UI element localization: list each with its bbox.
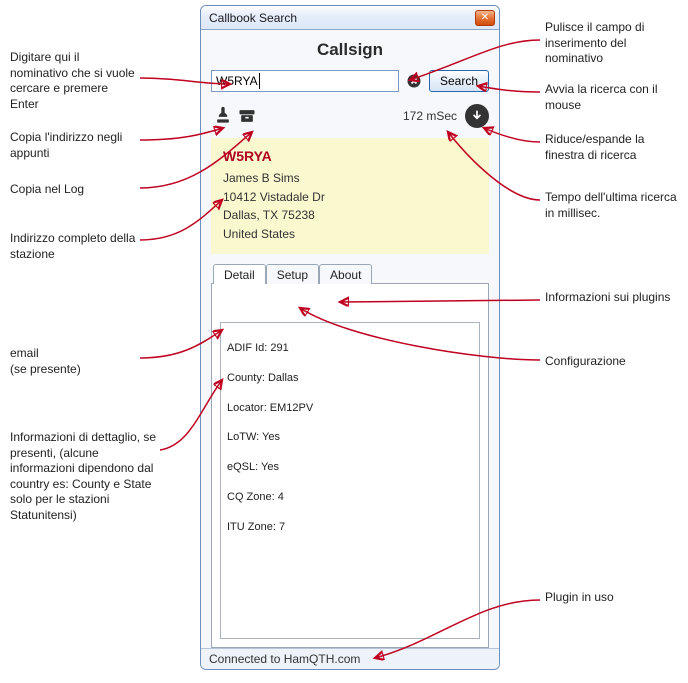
annotation-collapse: Riduce/espande la finestra di ricerca [545,132,680,163]
annotation-full-addr: Indirizzo completo della stazione [10,231,140,262]
address-callsign: W5RYA [223,144,479,169]
tab-strip: Detail Setup About [211,264,489,284]
tab-group: Detail Setup About ADIF Id: 291 County: … [211,264,489,648]
status-text: Connected to HamQTH.com [209,652,360,666]
client-area: Callsign Search [201,30,499,648]
annotation-config: Configurazione [545,354,680,370]
toolbar: 172 mSec [211,104,489,128]
callsign-input[interactable] [211,70,399,92]
window-title: Callbook Search [209,11,475,25]
text-caret [259,73,260,89]
annotation-start-search: Avvia la ricerca con il mouse [545,82,680,113]
email-area [220,294,480,322]
tab-about[interactable]: About [319,264,372,284]
timing-label: 172 mSec [403,109,457,123]
annotation-email: email (se presente) [10,346,140,377]
address-name: James B Sims [223,169,479,188]
detail-line: ITU Zone: 7 [227,520,473,535]
status-bar: Connected to HamQTH.com [201,648,499,669]
clear-icon[interactable] [405,72,423,90]
search-row: Search [211,70,489,92]
detail-line: eQSL: Yes [227,460,473,475]
tab-detail[interactable]: Detail [213,264,266,284]
annotation-plugins-info: Informazioni sui plugins [545,290,680,306]
stamp-icon[interactable] [211,104,235,128]
annotation-detail-info: Informazioni di dettaglio, se presenti, … [10,430,160,524]
detail-line: Locator: EM12PV [227,401,473,416]
address-country: United States [223,225,479,244]
annotation-last-time: Tempo dell'ultima ricerca in millisec. [545,190,680,221]
close-icon[interactable]: ✕ [475,10,495,26]
tab-panel-detail: ADIF Id: 291 County: Dallas Locator: EM1… [211,283,489,648]
detail-line: CQ Zone: 4 [227,490,473,505]
annotation-copy-log: Copia nel Log [10,182,140,198]
detail-line: County: Dallas [227,371,473,386]
annotation-clear-field: Pulisce il campo di inserimento del nomi… [545,20,680,67]
titlebar[interactable]: Callbook Search ✕ [201,6,499,30]
search-button[interactable]: Search [429,70,489,92]
archive-icon[interactable] [235,104,259,128]
annotation-input-hint: Digitare qui il nominativo che si vuole … [10,50,140,112]
detail-line: LoTW: Yes [227,430,473,445]
callbook-window: Callbook Search ✕ Callsign Search [200,5,500,670]
address-city: Dallas, TX 75238 [223,206,479,225]
detail-line: ADIF Id: 291 [227,341,473,356]
address-card: W5RYA James B Sims 10412 Vistadale Dr Da… [211,138,489,254]
annotation-copy-addr: Copia l'indirizzo negli appunti [10,130,140,161]
detail-textbox[interactable]: ADIF Id: 291 County: Dallas Locator: EM1… [220,322,480,639]
address-street: 10412 Vistadale Dr [223,188,479,207]
collapse-icon[interactable] [465,104,489,128]
page-title: Callsign [211,34,489,70]
annotation-plugin-used: Plugin in uso [545,590,680,606]
tab-setup[interactable]: Setup [266,264,319,284]
